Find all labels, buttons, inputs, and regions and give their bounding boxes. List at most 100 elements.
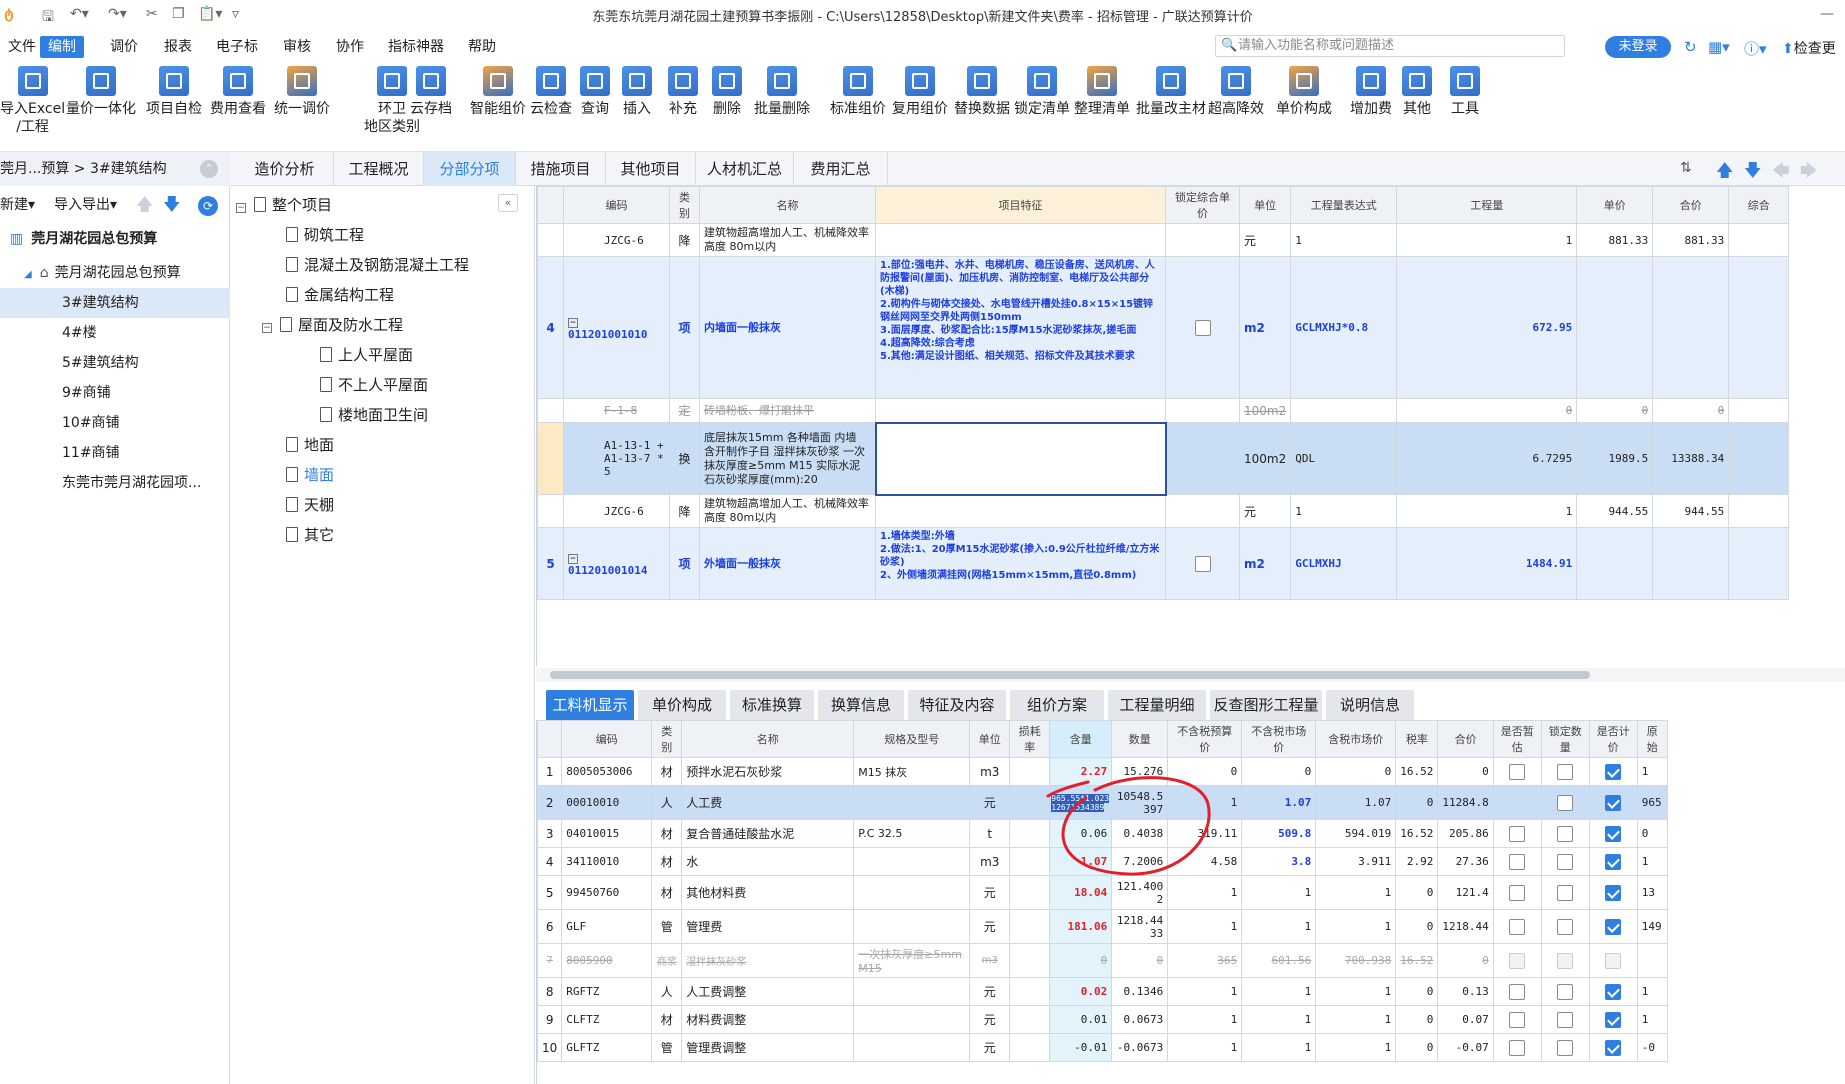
is-priced-cell[interactable] — [1588, 875, 1638, 910]
project-tree-item[interactable]: ◢ ⌂ 莞月湖花园总包预算 — [0, 258, 230, 288]
item-unit[interactable]: 元 — [1238, 223, 1292, 257]
resource-unit[interactable]: 元 — [969, 1033, 1011, 1062]
resource-total[interactable]: 27.36 — [1437, 847, 1494, 876]
qty-expression[interactable]: GCLMXHJ*0.8 — [1290, 256, 1398, 399]
lock-qty-cell[interactable] — [1540, 875, 1590, 910]
scrollbar-thumb[interactable] — [550, 671, 1590, 679]
detail-tab-5[interactable]: 组价方案 — [1010, 690, 1104, 720]
ribbon-button-7[interactable]: 智能组价 — [470, 66, 526, 118]
search-input[interactable]: 请输入功能名称或问题描述 — [1215, 35, 1565, 57]
market-price[interactable]: 1 — [1241, 875, 1317, 910]
original-qty[interactable]: 149 — [1636, 909, 1668, 944]
login-button[interactable]: 未登录 — [1605, 36, 1671, 58]
resource-total[interactable]: 205.86 — [1437, 819, 1494, 848]
budget-price[interactable]: 1 — [1167, 909, 1243, 944]
total-price[interactable] — [1652, 527, 1730, 600]
tax-market-price[interactable]: 594.019 — [1315, 819, 1397, 848]
division-tree-item[interactable]: 天棚 — [286, 490, 334, 520]
item-category[interactable]: 换 — [669, 422, 700, 495]
detail-tab-4[interactable]: 特征及内容 — [908, 690, 1006, 720]
provisional-checkbox[interactable] — [1509, 983, 1526, 1000]
provisional-checkbox[interactable] — [1509, 1039, 1526, 1056]
content-qty[interactable]: 181.06 — [1049, 909, 1113, 944]
item-name[interactable]: 底层抹灰15mm 各种墙面 内墙 含开制作子目 湿拌抹灰砂浆 一次抹灰厚度≥5m… — [699, 422, 876, 495]
sort-icon[interactable]: ⇅ — [1680, 160, 1692, 176]
project-tree-item[interactable]: 11#商铺 — [0, 438, 230, 468]
ribbon-button-18[interactable]: 整理清单 — [1074, 66, 1130, 118]
tab-2[interactable]: 分部分项 — [424, 152, 516, 186]
lock-qty-checkbox[interactable] — [1557, 825, 1574, 842]
original-qty[interactable] — [1636, 943, 1668, 978]
refresh-icon[interactable]: ↻ — [1684, 38, 1697, 56]
original-qty[interactable]: 0 — [1636, 819, 1668, 848]
resource-unit[interactable]: t — [969, 819, 1011, 848]
provisional-checkbox[interactable] — [1509, 952, 1526, 969]
ribbon-button-20[interactable]: 超高降效 — [1208, 66, 1264, 118]
column-header[interactable]: 锁定数量 — [1540, 720, 1590, 758]
lock-price-cell[interactable] — [1165, 422, 1240, 495]
project-tree-item[interactable]: 3#建筑结构 — [0, 288, 230, 318]
resource-name[interactable]: 管理费调整 — [681, 1033, 855, 1062]
tax-market-price[interactable]: 1.07 — [1315, 785, 1397, 820]
market-price[interactable]: 1 — [1241, 1033, 1317, 1062]
ribbon-button-0[interactable]: 导入Excel/工程 — [0, 66, 65, 136]
column-header[interactable]: 含税市场价 — [1315, 720, 1397, 758]
qty-expression[interactable]: 1 — [1290, 494, 1398, 528]
provisional-cell[interactable] — [1492, 847, 1542, 876]
quantity[interactable]: 1484.91 — [1396, 527, 1578, 600]
column-header[interactable]: 编码 — [563, 186, 670, 224]
tax-rate[interactable]: 16.52 — [1395, 819, 1439, 848]
tax-rate[interactable]: 0 — [1395, 909, 1439, 944]
resource-unit[interactable]: m3 — [969, 757, 1011, 786]
column-header[interactable]: 损耗率 — [1009, 720, 1051, 758]
resource-spec[interactable] — [853, 1033, 971, 1062]
resource-name[interactable]: 人工费 — [681, 785, 855, 820]
detail-tab-3[interactable]: 换算信息 — [818, 690, 904, 720]
detail-tab-1[interactable]: 单价构成 — [638, 690, 726, 720]
tax-market-price[interactable]: 1 — [1315, 1033, 1397, 1062]
resource-total[interactable]: 121.4 — [1437, 875, 1494, 910]
market-price[interactable]: 3.8 — [1241, 847, 1317, 876]
item-feature[interactable] — [875, 398, 1166, 423]
quantity[interactable]: 1 — [1396, 494, 1578, 528]
column-header[interactable]: 是否暂估 — [1492, 720, 1542, 758]
column-header[interactable]: 合价 — [1437, 720, 1494, 758]
qty-expression[interactable]: 1 — [1290, 223, 1398, 257]
resource-spec[interactable] — [853, 909, 971, 944]
original-qty[interactable]: 1 — [1636, 847, 1668, 876]
resource-category[interactable]: 材 — [651, 757, 683, 786]
row-up-icon[interactable]: 🡅 — [1716, 158, 1733, 187]
bill-row[interactable]: A1-13-1 + A1-13-7 * 5 换底层抹灰15mm 各种墙面 内墙 含… — [537, 421, 1790, 496]
provisional-checkbox[interactable] — [1509, 853, 1526, 870]
tax-market-price[interactable]: 0 — [1315, 757, 1397, 786]
column-header[interactable]: 不含税预算价 — [1167, 720, 1243, 758]
content-qty[interactable]: 0.02 — [1049, 977, 1113, 1006]
resource-category[interactable]: 商浆 — [651, 943, 683, 978]
resource-name[interactable]: 湿拌抹灰砂浆 — [681, 943, 855, 978]
lock-qty-checkbox[interactable] — [1557, 853, 1574, 870]
provisional-cell[interactable] — [1492, 943, 1542, 978]
column-header[interactable]: 编码 — [561, 720, 653, 758]
resource-spec[interactable]: P.C 32.5 — [853, 819, 971, 848]
resource-spec[interactable]: 一次抹灰厚度≥5mm M15 — [853, 943, 971, 978]
menu-item-8[interactable]: 帮助 — [460, 36, 504, 58]
item-code[interactable]: F-1-8 — [563, 398, 670, 423]
division-tree-item[interactable]: 上人平屋面 — [320, 340, 413, 370]
is-priced-checkbox[interactable] — [1605, 825, 1622, 842]
tab-6[interactable]: 费用汇总 — [794, 152, 888, 186]
menu-item-4[interactable]: 电子标 — [208, 36, 266, 58]
unit-price[interactable]: 0 — [1576, 398, 1654, 423]
lock-qty-cell[interactable] — [1540, 1033, 1590, 1062]
ribbon-button-4[interactable]: 统一调价 — [274, 66, 330, 118]
original-qty[interactable]: 1 — [1636, 1005, 1668, 1034]
tax-market-price[interactable]: 700.938 — [1315, 943, 1397, 978]
resource-row[interactable]: 8 RGFTZ 人人工费调整元 0.02 0.1346 1 1 1 0 0.13 1 — [537, 977, 1668, 1006]
resource-name[interactable]: 预拌水泥石灰砂浆 — [681, 757, 855, 786]
column-header[interactable]: 单位 — [1238, 186, 1292, 224]
ribbon-button-10[interactable]: 插入 — [622, 66, 652, 118]
resource-row[interactable]: 10 GLFTZ 管管理费调整元 -0.01 -0.0673 1 1 1 0 -0.07 -0 — [537, 1033, 1668, 1062]
ribbon-button-6[interactable]: 云存档 — [410, 66, 452, 118]
tax-market-price[interactable]: 1 — [1315, 909, 1397, 944]
item-category[interactable]: 降 — [669, 223, 700, 257]
item-feature[interactable]: 1.墙体类型:外墙 2.做法:1、20厚M15水泥砂浆(掺入:0.9公斤杜拉纤维… — [875, 527, 1166, 600]
